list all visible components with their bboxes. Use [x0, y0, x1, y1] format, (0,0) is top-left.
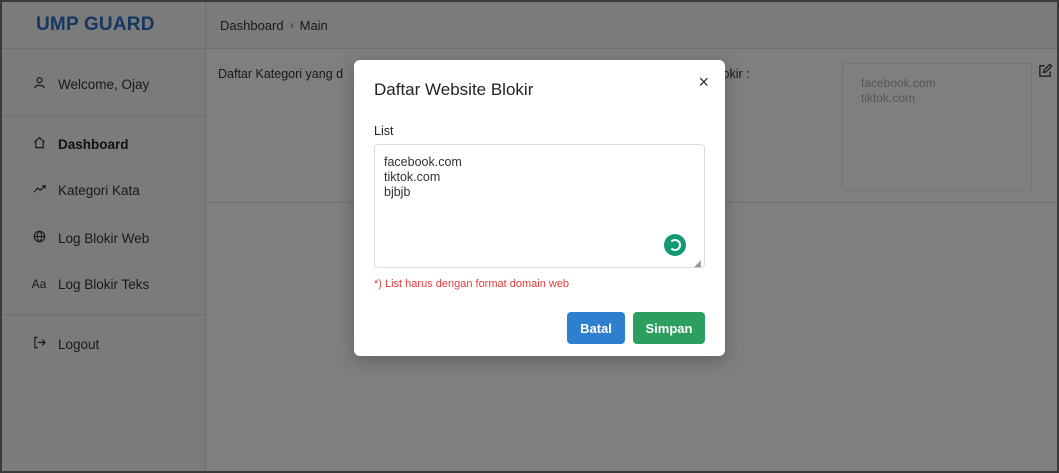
list-textarea[interactable]: facebook.com tiktok.com bjbjb — [374, 144, 705, 268]
list-label: List — [374, 124, 394, 138]
loading-spinner-icon — [664, 234, 686, 256]
cancel-button[interactable]: Batal — [567, 312, 625, 344]
resize-grip-icon[interactable]: ◢ — [694, 258, 701, 269]
app-window: UMP GUARD Welcome, Ojay Dashboard Katego… — [0, 0, 1059, 473]
save-button[interactable]: Simpan — [633, 312, 705, 344]
blocked-websites-modal: Daftar Website Blokir × List facebook.co… — [354, 60, 725, 356]
modal-title: Daftar Website Blokir — [374, 80, 534, 99]
close-icon[interactable]: × — [698, 72, 709, 93]
format-hint: *) List harus dengan format domain web — [374, 278, 570, 290]
